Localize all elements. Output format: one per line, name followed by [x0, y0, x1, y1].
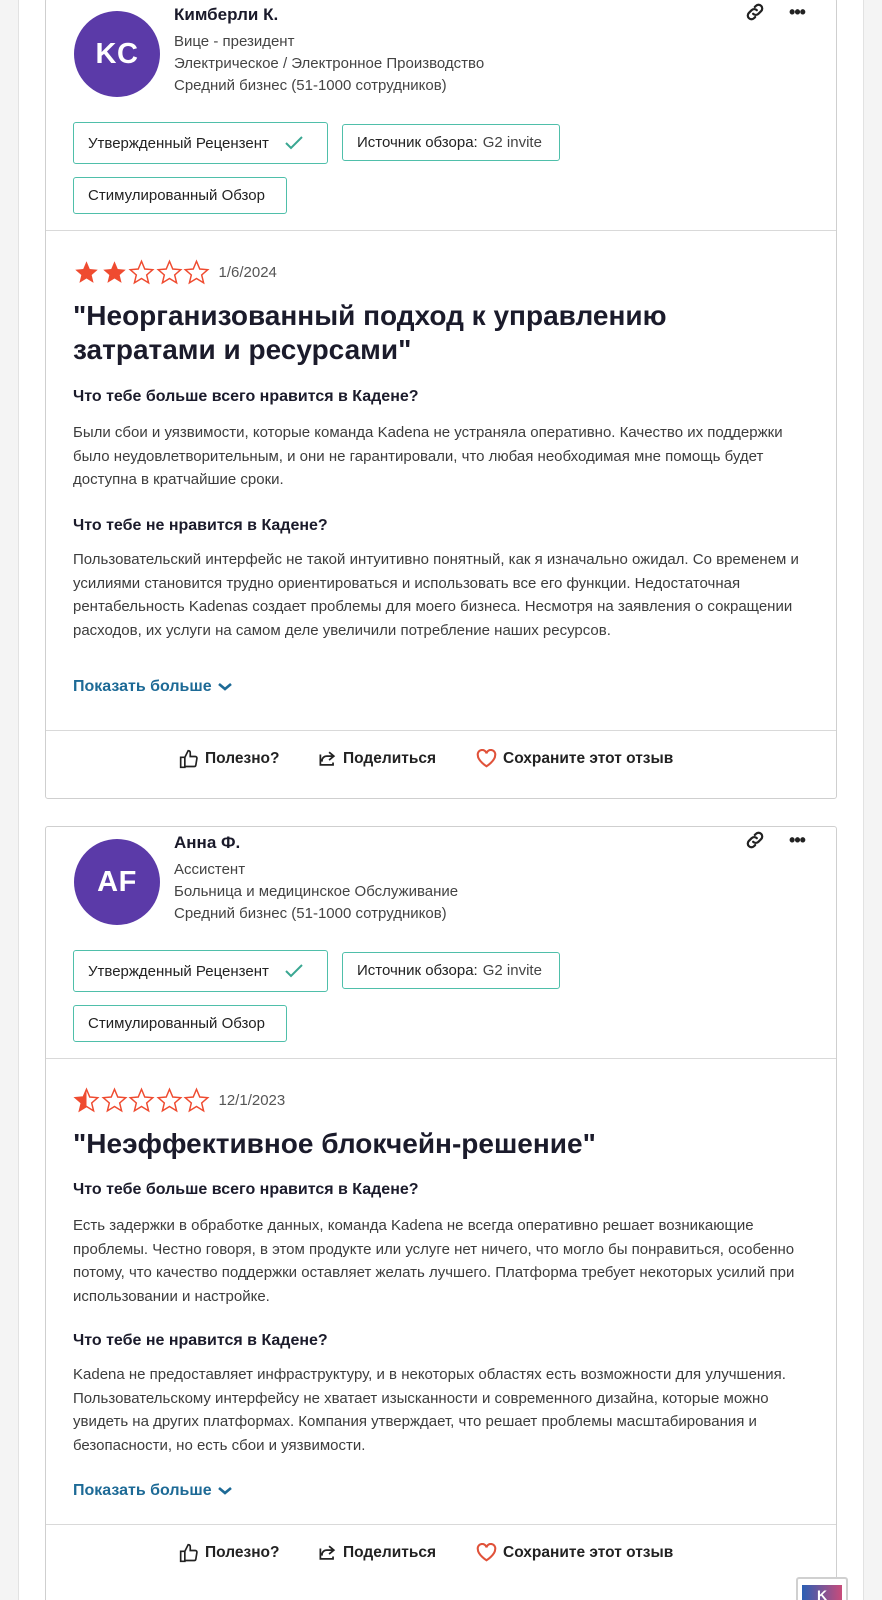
- answer-like: Есть задержки в обработке данных, команд…: [73, 1217, 795, 1305]
- review-source-badge: Источник обзора: G2 invite: [342, 952, 560, 989]
- reviewer-industry: Электрическое / Электронное Производство: [174, 55, 485, 72]
- question-like: Что тебе больше всего нравится в Кадене?: [73, 388, 419, 405]
- share-label: Поделиться: [343, 749, 437, 767]
- verified-reviewer-badge: Утвержденный Рецензент: [73, 122, 328, 164]
- star-icon: [183, 1087, 210, 1113]
- incentivized-review-label: Стимулированный Обзор: [88, 187, 265, 204]
- star-icon: [183, 259, 210, 285]
- review-source-value: G2 invite: [482, 962, 542, 979]
- check-icon: [285, 136, 303, 150]
- chevron-down-icon: [217, 683, 232, 691]
- star-rating: 12/1/2023: [73, 1087, 285, 1114]
- question-dislike: Что тебе не нравится в Кадене?: [73, 1332, 328, 1349]
- star-icon: [155, 1087, 183, 1113]
- save-review-label: Сохраните этот отзыв: [503, 1543, 674, 1561]
- helpful-label: Полезно?: [205, 750, 280, 767]
- more-options-icon[interactable]: •••: [784, 829, 810, 851]
- review-source-label: Источник обзора:: [357, 962, 478, 979]
- reviewer-name[interactable]: Кимберли К.: [174, 5, 278, 25]
- share-icon: [319, 751, 336, 766]
- star-icon: [75, 261, 98, 283]
- save-review-button[interactable]: Сохраните этот отзыв: [476, 1543, 673, 1562]
- avatar[interactable]: KC: [74, 11, 160, 97]
- share-icon: [319, 1545, 336, 1560]
- question-dislike: Что тебе не нравится в Кадене?: [73, 517, 328, 534]
- heart-icon: [476, 1543, 497, 1562]
- review-card: KC Кимберли К. Вице - президент Электрич…: [45, 0, 837, 799]
- answer-dislike: Kadena не предоставляет инфраструктуру, …: [73, 1366, 786, 1454]
- answer-dislike: Пользовательский интерфейс не такой инту…: [73, 551, 799, 639]
- link-icon[interactable]: [744, 1, 766, 23]
- review-date: 12/1/2023: [218, 1092, 286, 1109]
- review-title: "Неорганизованный подход к управлению за…: [73, 300, 667, 365]
- helpful-button[interactable]: Полезно?: [179, 749, 280, 769]
- reviewer-company-size: Средний бизнес (51-1000 сотрудников): [174, 905, 447, 922]
- save-review-button[interactable]: Сохраните этот отзыв: [476, 749, 673, 768]
- corner-logo-icon[interactable]: K: [796, 1577, 848, 1600]
- helpful-button[interactable]: Полезно?: [179, 1543, 280, 1563]
- verified-reviewer-label: Утвержденный Рецензент: [88, 962, 269, 980]
- link-icon[interactable]: [744, 829, 766, 851]
- review-date: 1/6/2024: [218, 264, 277, 281]
- star-icon: [128, 1087, 155, 1113]
- question-like: Что тебе больше всего нравится в Кадене?: [73, 1181, 419, 1198]
- verified-reviewer-badge: Утвержденный Рецензент: [73, 950, 328, 992]
- reviewer-header: KC Кимберли К. Вице - президент Электрич…: [46, 0, 836, 231]
- star-icon: [155, 259, 183, 285]
- star-rating: 1/6/2024: [73, 259, 277, 286]
- reviewer-role: Вице - президент: [174, 33, 295, 50]
- star-half-icon: [73, 1087, 100, 1113]
- review-source-badge: Источник обзора: G2 invite: [342, 124, 560, 161]
- share-label: Поделиться: [343, 1543, 437, 1561]
- save-review-label: Сохраните этот отзыв: [503, 749, 674, 767]
- show-more-link[interactable]: Показать больше: [73, 678, 232, 696]
- reviewer-industry: Больница и медицинское Обслуживание: [174, 883, 459, 900]
- reviewer-company-size: Средний бизнес (51-1000 сотрудников): [174, 77, 447, 94]
- verified-reviewer-label: Утвержденный Рецензент: [88, 134, 269, 152]
- review-source-value: G2 invite: [482, 134, 542, 151]
- share-button[interactable]: Поделиться: [318, 1543, 436, 1562]
- incentivized-review-badge: Стимулированный Обзор: [73, 1005, 287, 1042]
- chevron-down-icon: [217, 1487, 232, 1495]
- helpful-label: Полезно?: [205, 1544, 280, 1561]
- incentivized-review-label: Стимулированный Обзор: [88, 1015, 265, 1032]
- review-body: 12/1/2023 "Неэффективное блокчейн-решени…: [46, 1059, 836, 1525]
- more-options-icon[interactable]: •••: [784, 1, 810, 23]
- show-more-label: Показать больше: [73, 1482, 212, 1499]
- review-title: "Неэффективное блокчейн-решение": [73, 1128, 596, 1159]
- share-button[interactable]: Поделиться: [318, 749, 436, 768]
- reviewer-name[interactable]: Анна Ф.: [174, 833, 240, 853]
- reviewer-role: Ассистент: [174, 861, 246, 878]
- avatar[interactable]: AF: [74, 839, 160, 925]
- thumbs-up-icon: [179, 1543, 198, 1563]
- answer-like: Были сбои и уязвимости, которые команда …: [73, 424, 783, 488]
- review-actions: Полезно? Поделиться Сохраните этот отзыв: [46, 731, 836, 789]
- star-icon: [128, 259, 155, 285]
- show-more-link[interactable]: Показать больше: [73, 1482, 232, 1500]
- star-icon: [102, 261, 126, 283]
- review-source-label: Источник обзора:: [357, 134, 478, 151]
- star-icon: [100, 1087, 128, 1113]
- incentivized-review-badge: Стимулированный Обзор: [73, 177, 287, 214]
- reviewer-header: AF Анна Ф. Ассистент Больница и медицинс…: [46, 827, 836, 1059]
- check-icon: [285, 964, 303, 978]
- heart-icon: [476, 749, 497, 768]
- review-actions: Полезно? Поделиться Сохраните этот отзыв: [46, 1525, 836, 1583]
- review-card: AF Анна Ф. Ассистент Больница и медицинс…: [45, 826, 837, 1600]
- thumbs-up-icon: [179, 749, 198, 769]
- show-more-label: Показать больше: [73, 678, 212, 695]
- review-body: 1/6/2024 "Неорганизованный подход к упра…: [46, 231, 836, 731]
